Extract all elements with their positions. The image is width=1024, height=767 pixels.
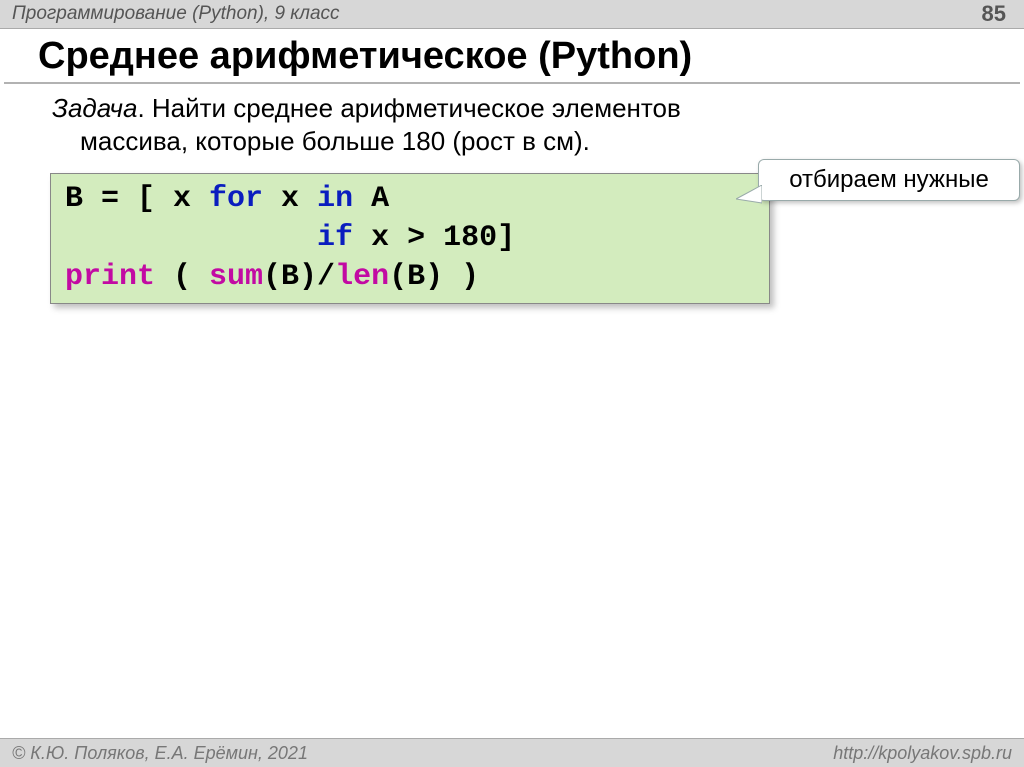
code-l3-c: (B) ): [389, 260, 479, 294]
fn-sum: sum: [209, 260, 263, 294]
footer-bar: © К.Ю. Поляков, Е.А. Ерёмин, 2021 http:/…: [0, 738, 1024, 767]
code-l1-b: x: [263, 182, 317, 216]
page-number: 85: [982, 1, 1006, 27]
footer-url: http://kpolyakov.spb.ru: [833, 743, 1012, 764]
fn-print: print: [65, 260, 155, 294]
code-l3-b: (B)/: [263, 260, 335, 294]
kw-in: in: [317, 182, 353, 216]
code-area: B = [ x for x in A if x > 180] print ( s…: [50, 173, 770, 304]
kw-for: for: [209, 182, 263, 216]
callout-tail-icon: [736, 185, 762, 207]
course-label: Программирование (Python), 9 класс: [12, 3, 340, 25]
code-l2-b: x > 180]: [353, 221, 515, 255]
callout: отбираем нужные: [758, 159, 1020, 201]
code-l1-c: A: [353, 182, 389, 216]
fn-len: len: [335, 260, 389, 294]
code-box: B = [ x for x in A if x > 180] print ( s…: [50, 173, 770, 304]
task-text: Задача. Найти среднее арифметическое эле…: [0, 84, 1024, 159]
task-line1: Найти среднее арифметическое элементов: [152, 93, 681, 123]
slide-content: Среднее арифметическое (Python) Задача. …: [0, 29, 1024, 304]
header-bar: Программирование (Python), 9 класс 85: [0, 0, 1024, 29]
footer-copyright: © К.Ю. Поляков, Е.А. Ерёмин, 2021: [12, 743, 308, 764]
code-l2-pad: [65, 221, 317, 255]
slide-title: Среднее арифметическое (Python): [4, 35, 1020, 84]
callout-text: отбираем нужные: [758, 159, 1020, 201]
code-l3-a: (: [155, 260, 209, 294]
task-label: Задача: [52, 93, 137, 123]
task-sep: .: [137, 93, 151, 123]
task-line2: массива, которые больше 180 (рост в см).: [52, 125, 1024, 158]
kw-if: if: [317, 221, 353, 255]
code-l1-a: B = [ x: [65, 182, 209, 216]
